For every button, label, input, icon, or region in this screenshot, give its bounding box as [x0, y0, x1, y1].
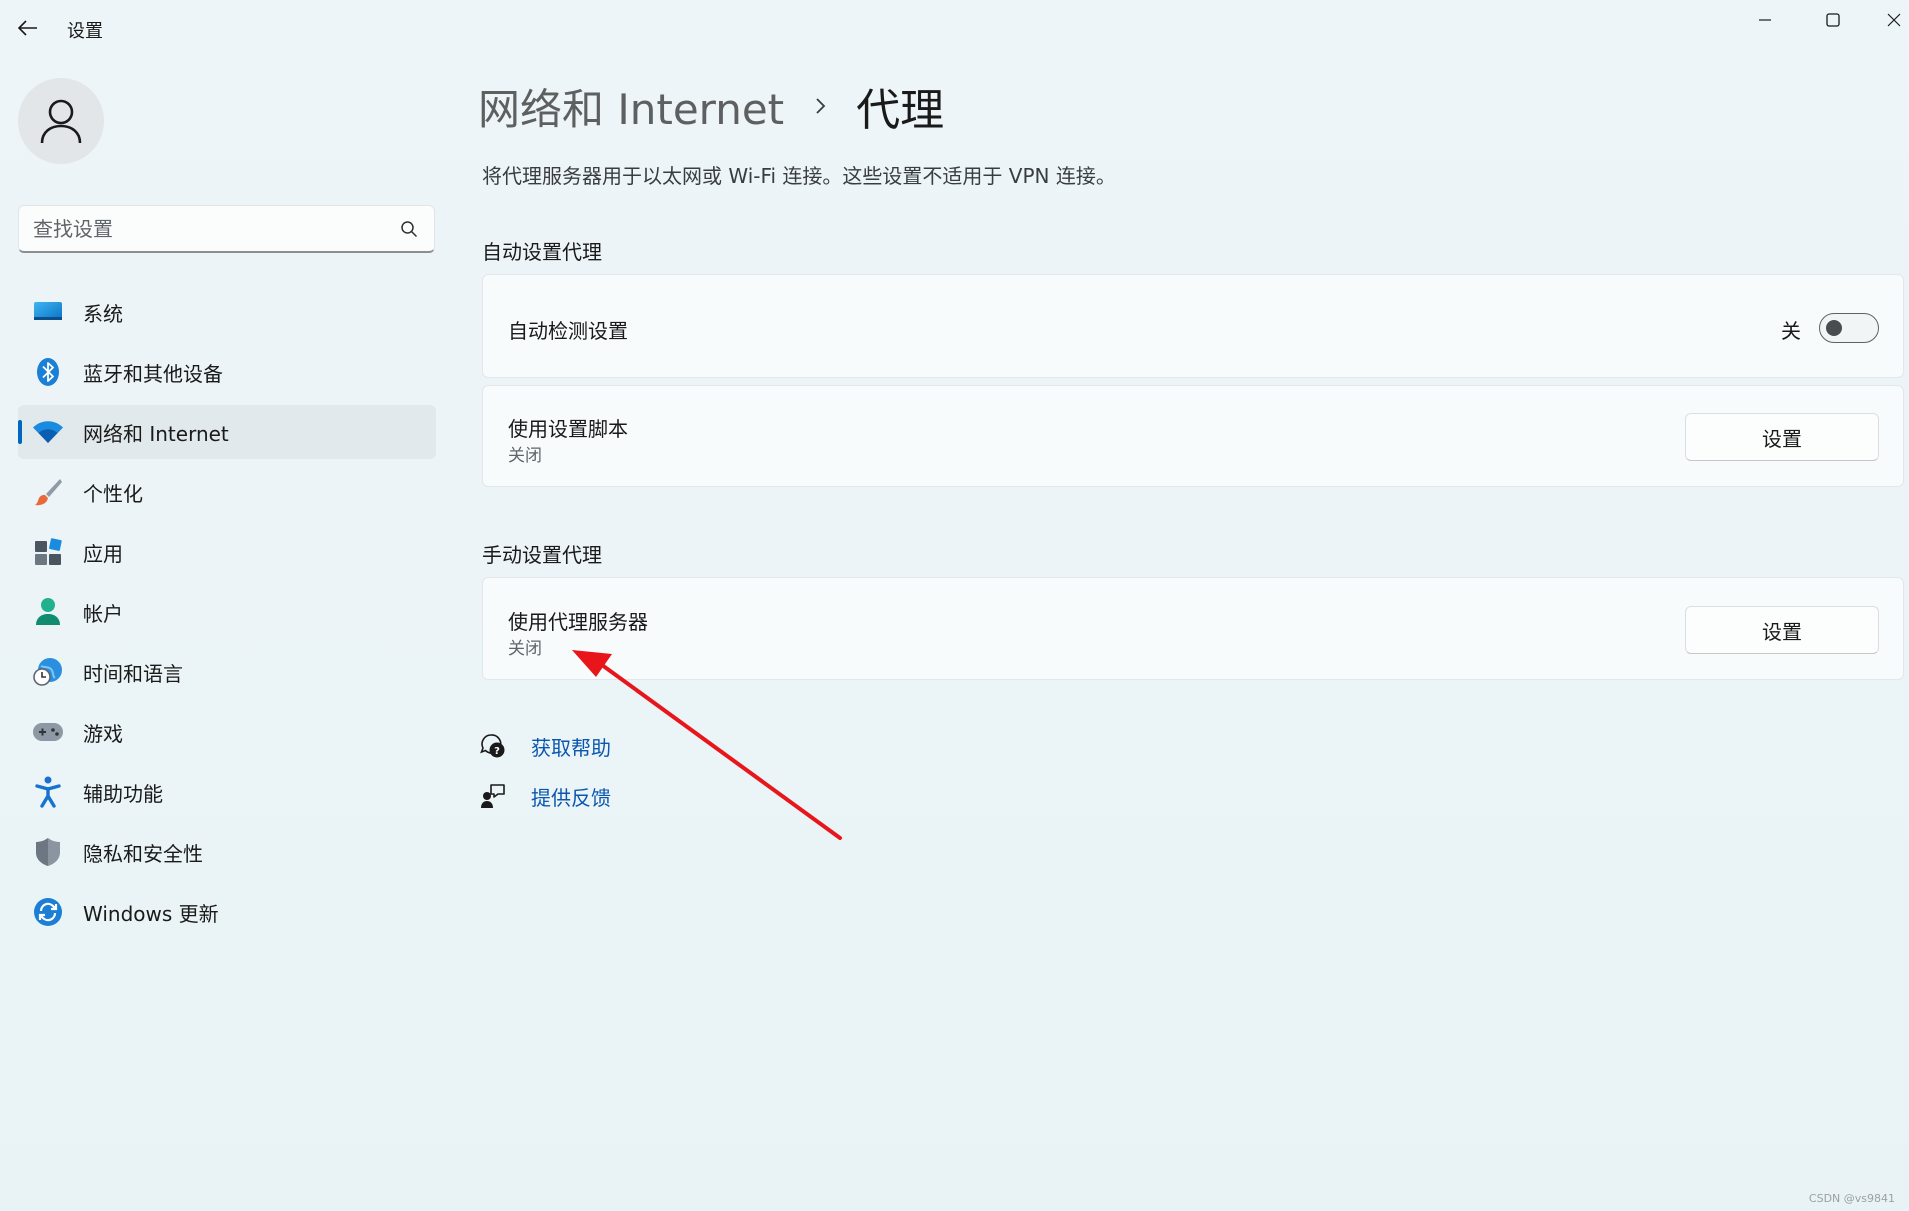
- close-button[interactable]: [1878, 4, 1909, 36]
- breadcrumb: 网络和 Internet 代理: [478, 76, 944, 137]
- section-title-auto: 自动设置代理: [482, 240, 602, 264]
- page-title: 代理: [856, 85, 945, 136]
- minimize-button[interactable]: [1742, 4, 1788, 36]
- wifi-icon: [32, 416, 64, 448]
- annotation-arrow-shaft: [600, 663, 842, 840]
- sidebar-item-label: 蓝牙和其他设备: [83, 361, 223, 386]
- auto-detect-card: 自动检测设置 关: [482, 274, 1904, 378]
- sidebar-item-label: 应用: [83, 541, 123, 566]
- close-icon: [1887, 13, 1900, 27]
- globe-clock-icon: [32, 656, 64, 688]
- brush-icon: [32, 476, 64, 508]
- sidebar-item-label: 帐户: [83, 601, 123, 626]
- sidebar-item-system[interactable]: 系统: [18, 285, 436, 339]
- sidebar-item-label: 网络和 Internet: [83, 421, 229, 446]
- proxy-server-button[interactable]: 设置: [1685, 606, 1879, 654]
- minimize-icon: [1759, 19, 1771, 21]
- setup-script-status: 关闭: [508, 446, 542, 466]
- search-input[interactable]: [33, 206, 393, 252]
- sidebar-item-network[interactable]: 网络和 Internet: [18, 405, 436, 459]
- feedback-label[interactable]: 提供反馈: [531, 782, 611, 811]
- maximize-button[interactable]: [1810, 4, 1856, 36]
- bluetooth-icon: [32, 356, 64, 388]
- sidebar-item-personalization[interactable]: 个性化: [18, 465, 436, 519]
- auto-detect-toggle[interactable]: [1819, 313, 1879, 343]
- maximize-icon: [1826, 13, 1840, 27]
- sidebar-item-accounts[interactable]: 帐户: [18, 585, 436, 639]
- sidebar-item-label: 辅助功能: [83, 781, 163, 806]
- update-icon: [32, 896, 64, 928]
- get-help-link[interactable]: ? 获取帮助: [480, 729, 611, 763]
- sidebar-item-accessibility[interactable]: 辅助功能: [18, 765, 436, 819]
- breadcrumb-parent[interactable]: 网络和 Internet: [478, 76, 784, 137]
- toggle-state-label: 关: [1781, 319, 1801, 343]
- account-icon: [32, 596, 64, 628]
- setup-script-card: 使用设置脚本 关闭 设置: [482, 385, 1904, 487]
- back-arrow-icon: [18, 20, 37, 36]
- system-display-icon: [32, 296, 64, 328]
- sidebar-item-gaming[interactable]: 游戏: [18, 705, 436, 759]
- watermark: CSDN @vs9841: [1808, 1192, 1895, 1205]
- proxy-server-status: 关闭: [508, 639, 542, 659]
- help-chat-icon: ?: [480, 733, 506, 759]
- sidebar-item-label: 个性化: [83, 481, 143, 506]
- search-box[interactable]: [18, 205, 435, 253]
- feedback-icon: [480, 783, 506, 809]
- auto-detect-title: 自动检测设置: [508, 319, 628, 343]
- gamepad-icon: [32, 716, 64, 748]
- sidebar-item-label: 游戏: [83, 721, 123, 746]
- shield-icon: [32, 836, 64, 868]
- section-title-manual: 手动设置代理: [482, 543, 602, 567]
- sidebar-item-apps[interactable]: 应用: [18, 525, 436, 579]
- svg-text:?: ?: [494, 746, 500, 757]
- sidebar-item-bluetooth[interactable]: 蓝牙和其他设备: [18, 345, 436, 399]
- proxy-server-title: 使用代理服务器: [508, 610, 648, 634]
- title-bar: 设置: [0, 0, 1909, 56]
- feedback-link[interactable]: 提供反馈: [480, 779, 611, 813]
- get-help-label[interactable]: 获取帮助: [531, 732, 611, 761]
- sidebar-item-privacy[interactable]: 隐私和安全性: [18, 825, 436, 879]
- sidebar-item-windows-update[interactable]: Windows 更新: [18, 885, 436, 939]
- sidebar-item-label: 隐私和安全性: [83, 841, 203, 866]
- toggle-knob: [1826, 320, 1842, 336]
- app-title: 设置: [67, 21, 103, 42]
- proxy-server-card: 使用代理服务器 关闭 设置: [482, 577, 1904, 680]
- sidebar-item-time-language[interactable]: 时间和语言: [18, 645, 436, 699]
- setup-script-button[interactable]: 设置: [1685, 413, 1879, 461]
- avatar[interactable]: [18, 78, 104, 164]
- back-button[interactable]: [14, 14, 42, 42]
- accessibility-icon: [32, 776, 64, 808]
- setup-script-title: 使用设置脚本: [508, 417, 628, 441]
- search-icon[interactable]: [400, 220, 418, 238]
- sidebar-nav: 系统 蓝牙和其他设备 网络和 Internet 个性化 应用 帐户 时间和语言 …: [18, 285, 436, 945]
- apps-icon: [32, 536, 64, 568]
- page-description: 将代理服务器用于以太网或 Wi-Fi 连接。这些设置不适用于 VPN 连接。: [482, 164, 1116, 188]
- sidebar-item-label: Windows 更新: [83, 901, 219, 926]
- user-icon: [40, 99, 82, 144]
- sidebar-item-label: 系统: [83, 301, 123, 326]
- chevron-right-icon: [816, 98, 826, 114]
- sidebar-item-label: 时间和语言: [83, 661, 183, 686]
